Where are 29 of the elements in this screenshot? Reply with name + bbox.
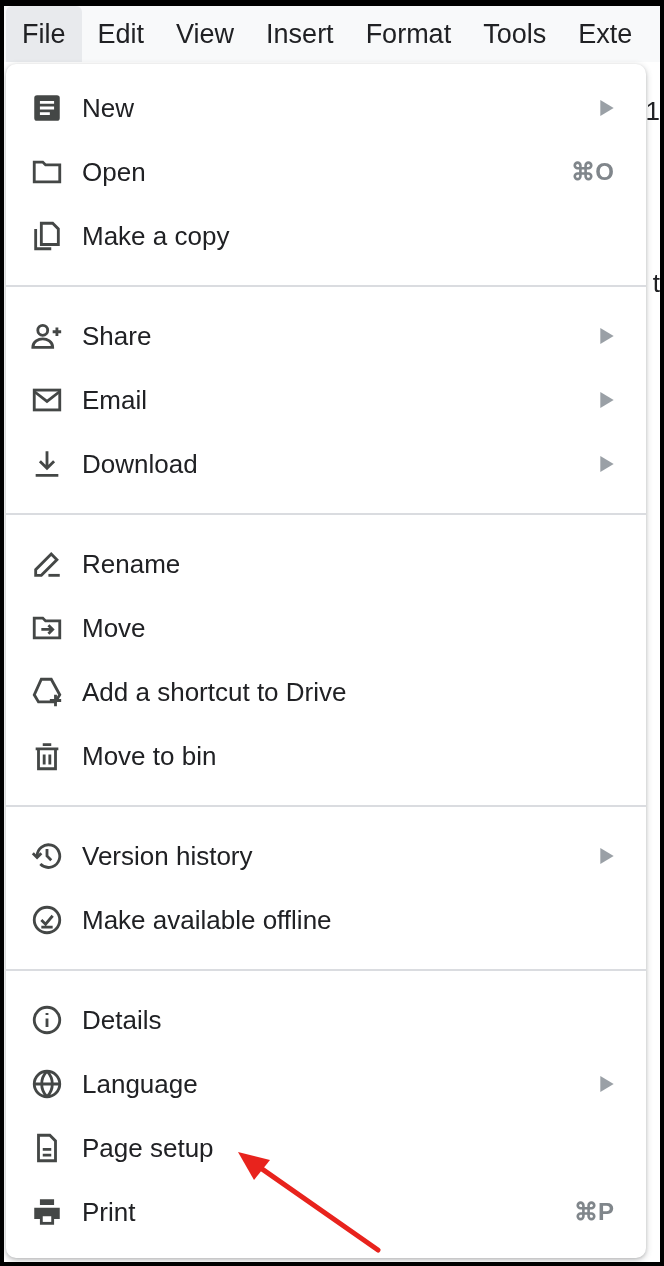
menu-item[interactable]: Version history [6, 824, 646, 888]
menu-item[interactable]: Open ⌘O [6, 140, 646, 204]
info-icon [30, 1003, 64, 1037]
menu-item[interactable]: Email [6, 368, 646, 432]
menu-item[interactable]: Page setup [6, 1116, 646, 1180]
menu-item[interactable]: New [6, 76, 646, 140]
menu-item[interactable]: Print ⌘P [6, 1180, 646, 1244]
menu-item[interactable]: Download [6, 432, 646, 496]
menu-item[interactable]: Language [6, 1052, 646, 1116]
menu-item[interactable]: Details [6, 988, 646, 1052]
document-text: t [652, 268, 660, 299]
menu-bar-item[interactable]: Tools [467, 6, 563, 62]
menu-bar-item[interactable]: View [160, 6, 251, 62]
offline-check-icon [30, 903, 64, 937]
menu-item[interactable]: Make available offline [6, 888, 646, 952]
document-text: 1 [645, 96, 660, 127]
menu-bar-item[interactable]: Exte [562, 6, 649, 62]
menu-item[interactable]: Make a copy [6, 204, 646, 268]
menu-item[interactable]: Share [6, 304, 646, 368]
menu-bar-item[interactable]: File [6, 6, 82, 62]
globe-icon [30, 1067, 64, 1101]
menu-bar-item[interactable]: Edit [81, 6, 161, 62]
menu-item[interactable]: Rename [6, 532, 646, 596]
menu-bar-item[interactable]: Insert [250, 6, 350, 62]
menu-item[interactable]: Move to bin [6, 724, 646, 788]
drive-shortcut-icon [30, 675, 64, 709]
menu-bar-item[interactable]: Format [349, 6, 468, 62]
menu-item[interactable]: Add a shortcut to Drive [6, 660, 646, 724]
menu-item[interactable]: Move [6, 596, 646, 660]
